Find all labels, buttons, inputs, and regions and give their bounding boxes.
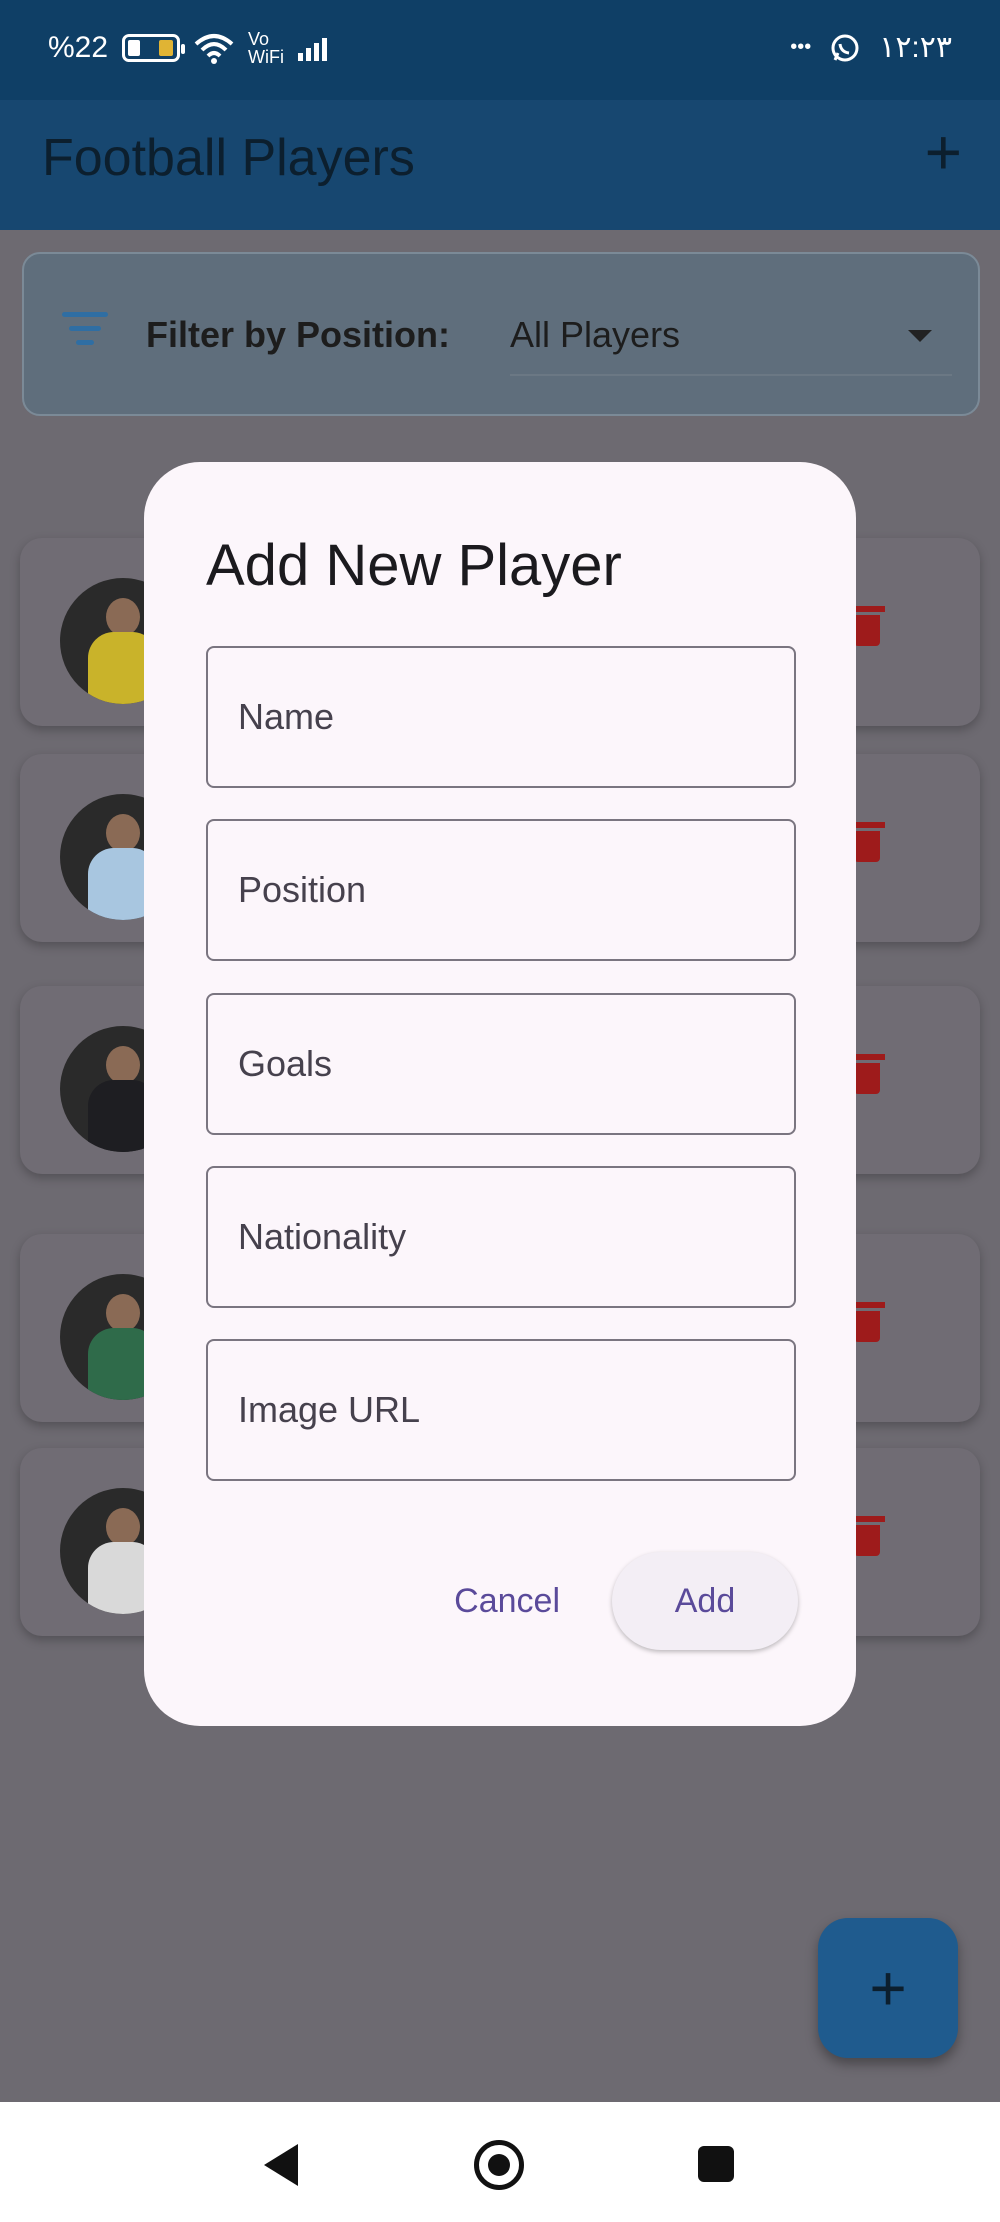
- image-url-field[interactable]: [206, 1339, 796, 1481]
- recent-apps-icon[interactable]: [698, 2146, 734, 2182]
- system-nav-bar: [0, 2102, 1000, 2222]
- clock: ۱۲:۲۳: [879, 31, 952, 64]
- delete-icon[interactable]: [849, 1516, 885, 1556]
- delete-icon[interactable]: [849, 606, 885, 646]
- dialog-actions: Cancel Add: [454, 1552, 798, 1650]
- filter-card: Filter by Position: All Players: [22, 252, 980, 416]
- filter-icon: [60, 312, 110, 352]
- app-bar: Football Players +: [0, 100, 1000, 230]
- vowifi-bottom: WiFi: [248, 47, 285, 67]
- more-dots: •••: [790, 36, 812, 58]
- add-button[interactable]: Add: [612, 1552, 798, 1650]
- dropdown-underline: [510, 374, 952, 376]
- delete-icon[interactable]: [849, 822, 885, 862]
- wifi-icon: [194, 34, 234, 64]
- battery-percent: %22: [48, 31, 109, 64]
- delete-icon[interactable]: [849, 1302, 885, 1342]
- add-player-button[interactable]: +: [925, 120, 962, 184]
- whatsapp-icon: [831, 34, 859, 61]
- vowifi-top: Vo: [248, 29, 270, 49]
- filter-label: Filter by Position:: [146, 314, 451, 355]
- status-left: %22 Vo WiFi: [48, 30, 328, 66]
- page-title: Football Players: [42, 129, 415, 187]
- delete-icon[interactable]: [849, 1054, 885, 1094]
- cancel-button[interactable]: Cancel: [454, 1582, 560, 1621]
- battery-icon: [122, 34, 186, 62]
- chevron-down-icon[interactable]: [908, 330, 932, 342]
- fab-add-button[interactable]: +: [818, 1918, 958, 2058]
- home-icon[interactable]: [474, 2140, 524, 2190]
- status-bar: %22 Vo WiFi ••• ۱۲:۲۳: [0, 0, 1000, 100]
- vowifi-label: Vo WiFi: [248, 30, 284, 66]
- back-icon[interactable]: [264, 2144, 298, 2186]
- dialog-title: Add New Player: [206, 533, 622, 598]
- goals-field[interactable]: [206, 993, 796, 1135]
- status-right: ••• ۱۲:۲۳: [790, 30, 952, 65]
- nationality-field[interactable]: [206, 1166, 796, 1308]
- position-dropdown[interactable]: All Players: [510, 314, 680, 356]
- name-field[interactable]: [206, 646, 796, 788]
- position-field[interactable]: [206, 819, 796, 961]
- signal-icon: [298, 35, 328, 61]
- add-player-dialog: Add New Player Cancel Add: [144, 462, 856, 1726]
- plus-icon: +: [869, 1952, 907, 2024]
